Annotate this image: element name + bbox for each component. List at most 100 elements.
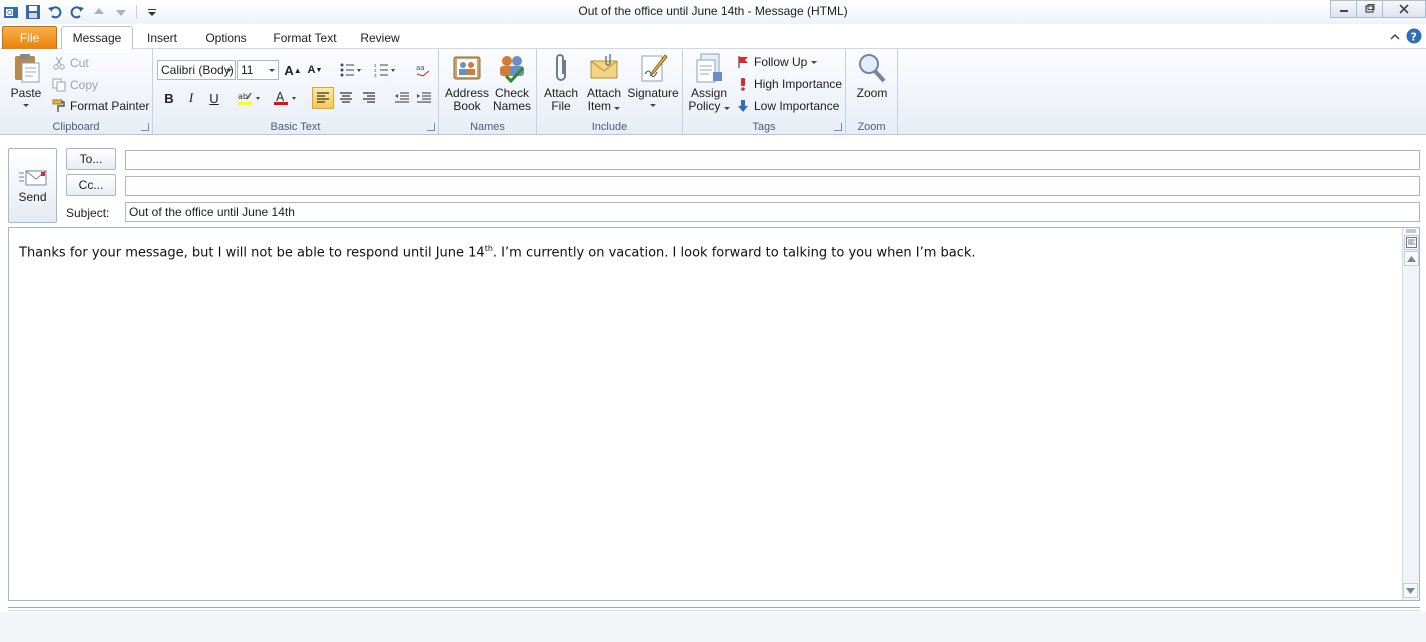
copy-icon (52, 78, 66, 92)
svg-text:ab: ab (238, 92, 248, 101)
zoom-button[interactable]: Zoom (851, 52, 893, 100)
svg-text:?: ? (1411, 31, 1417, 44)
tab-message[interactable]: Message (61, 26, 133, 50)
numbering-button[interactable]: 123 (371, 59, 399, 81)
clipboard-group: Paste Cut Copy Format Painter Clipboard (0, 49, 153, 135)
basic-text-group: Calibri (Body) 11 A ▲ A ▼ 123 aa B I U ab … (153, 49, 439, 135)
font-size-dropdown-icon[interactable] (266, 61, 278, 79)
basic-text-launcher-icon[interactable] (427, 123, 435, 131)
font-name-dropdown-icon[interactable] (223, 61, 235, 79)
ribbon: Paste Cut Copy Format Painter Clipboard … (0, 49, 1426, 135)
tags-launcher-icon[interactable] (834, 123, 842, 131)
minimize-button[interactable] (1330, 0, 1357, 18)
status-area (0, 612, 1426, 642)
low-importance-button[interactable]: Low Importance (736, 96, 839, 116)
tab-review[interactable]: Review (355, 26, 405, 49)
splitter-handle[interactable] (1403, 228, 1419, 234)
attach-file-button[interactable]: Attach File (541, 52, 581, 113)
font-color-button[interactable]: A (271, 87, 301, 109)
attach-item-button[interactable]: Attach Item (582, 52, 626, 113)
subject-field[interactable]: Out of the office until June 14th (125, 202, 1420, 222)
styles-icon: aa (416, 64, 430, 77)
format-painter-icon (52, 99, 65, 112)
to-button[interactable]: To... (66, 148, 116, 170)
minimize-ribbon-icon[interactable] (1390, 31, 1400, 45)
bullets-icon (340, 63, 361, 77)
font-color-icon: A (274, 90, 296, 105)
italic-button[interactable]: I (180, 87, 202, 109)
svg-text:3: 3 (374, 73, 377, 77)
help-icon[interactable]: ? (1406, 28, 1422, 47)
high-importance-button[interactable]: High Importance (736, 74, 842, 94)
check-names-button[interactable]: Check Names (489, 52, 535, 113)
scroll-up-arrow-icon[interactable] (1403, 251, 1419, 266)
font-size-combo[interactable]: 11 (237, 60, 279, 80)
assign-policy-button[interactable]: Assign Policy (687, 52, 731, 113)
scroll-down-arrow-icon[interactable] (1403, 583, 1418, 598)
tab-format-text[interactable]: Format Text (268, 26, 342, 49)
vertical-scrollbar[interactable] (1402, 228, 1419, 600)
tags-group-label: Tags (752, 121, 776, 133)
cc-button[interactable]: Cc... (66, 174, 116, 196)
ribbon-tab-row: File Message Insert Options Format Text … (0, 24, 1426, 50)
message-body-text[interactable]: Thanks for your message, but I will not … (19, 244, 976, 260)
include-group-label: Include (591, 121, 628, 133)
follow-up-flag-icon (738, 56, 748, 68)
address-book-icon (453, 56, 481, 80)
message-header: Send To... Cc... Subject: Out of the off… (0, 136, 1426, 226)
paste-button[interactable]: Paste (6, 52, 46, 107)
increase-indent-button[interactable] (413, 87, 435, 109)
assign-policy-dropdown-icon (723, 107, 730, 110)
highlight-button[interactable]: ab (235, 87, 265, 109)
signature-button[interactable]: Signature (625, 52, 681, 107)
clipboard-group-label: Clipboard (52, 121, 100, 133)
decrease-indent-button[interactable] (391, 87, 413, 109)
magnifier-icon (859, 54, 886, 83)
grow-font-button[interactable]: A ▲ (282, 59, 304, 81)
tab-file[interactable]: File (2, 26, 57, 49)
restore-button[interactable] (1356, 0, 1383, 18)
tab-insert[interactable]: Insert (140, 26, 184, 49)
bullets-button[interactable] (337, 59, 365, 81)
view-ruler-icon[interactable] (1403, 235, 1419, 250)
underline-button[interactable]: U (203, 87, 225, 109)
highlight-icon: ab (238, 92, 260, 105)
body-bottom-border (8, 607, 1420, 611)
cc-field[interactable] (125, 176, 1420, 196)
follow-up-button[interactable]: Follow Up (736, 52, 818, 72)
format-painter-button[interactable]: Format Painter (52, 96, 149, 116)
window-title: Out of the office until June 14th - Mess… (578, 4, 848, 18)
shrink-font-button[interactable]: A ▼ (304, 59, 326, 81)
align-left-icon (317, 92, 329, 103)
copy-button[interactable]: Copy (52, 75, 98, 95)
basic-text-group-label: Basic Text (270, 121, 321, 133)
address-book-button[interactable]: Address Book (444, 52, 490, 113)
bold-button[interactable]: B (158, 87, 180, 109)
align-right-icon (363, 92, 375, 103)
align-center-button[interactable] (335, 87, 357, 109)
align-right-button[interactable] (358, 87, 380, 109)
align-left-button[interactable] (312, 87, 334, 109)
cut-icon (53, 56, 65, 70)
cut-button[interactable]: Cut (52, 53, 89, 73)
send-envelope-icon (18, 170, 46, 185)
send-button[interactable]: Send (8, 148, 57, 223)
title-bar: O Out of the office until June 14th - Me… (0, 0, 1426, 24)
zoom-group: Zoom Zoom (846, 49, 898, 135)
styles-button[interactable]: aa (412, 59, 434, 81)
font-name-combo[interactable]: Calibri (Body) (157, 60, 236, 80)
names-group: Address Book Check Names Names (439, 49, 537, 135)
close-button[interactable] (1382, 0, 1426, 18)
high-importance-icon (741, 78, 745, 91)
names-group-label: Names (470, 121, 505, 133)
decrease-indent-icon (395, 92, 409, 103)
paste-icon (15, 54, 40, 83)
numbering-icon: 123 (374, 63, 395, 77)
zoom-group-label: Zoom (857, 121, 886, 133)
clipboard-launcher-icon[interactable] (141, 123, 149, 131)
message-body[interactable]: Thanks for your message, but I will not … (8, 227, 1420, 601)
to-field[interactable] (125, 150, 1420, 170)
include-group: Attach File Attach Item Signature Includ… (537, 49, 683, 135)
assign-policy-icon (696, 53, 722, 83)
tab-options[interactable]: Options (198, 26, 254, 49)
